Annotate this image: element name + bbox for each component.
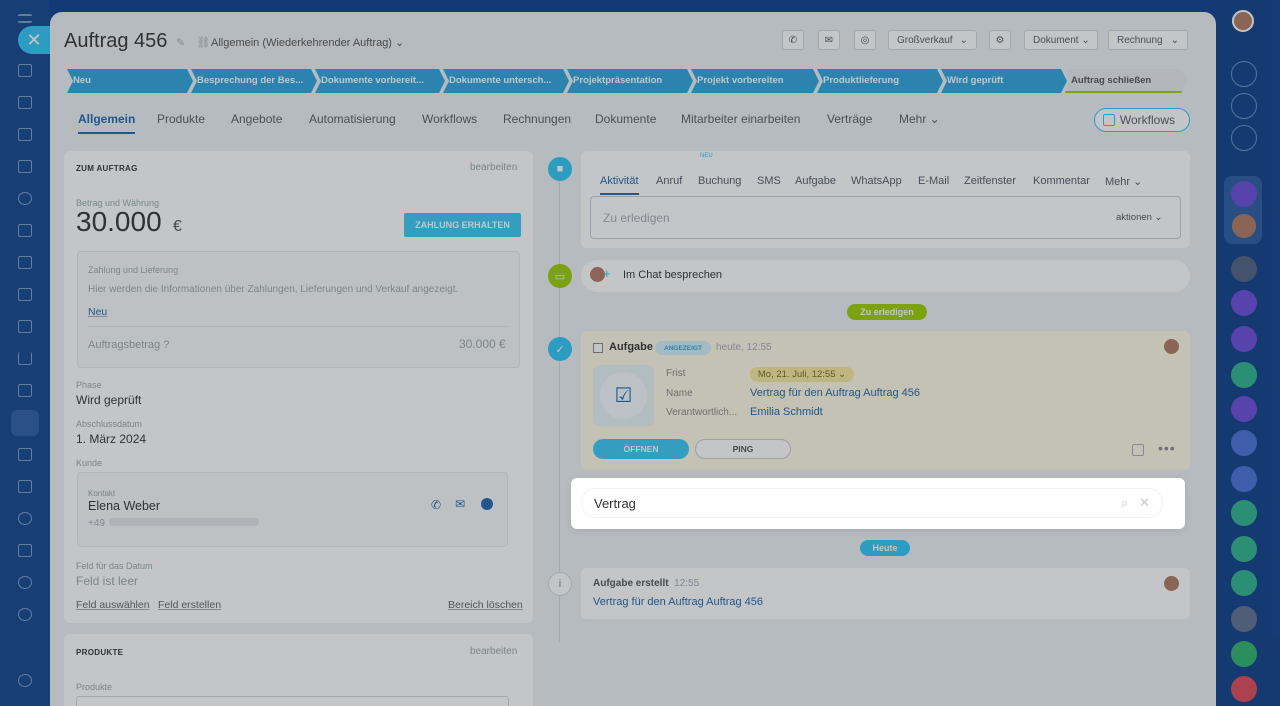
search-icon[interactable]: ⌕: [1121, 495, 1128, 511]
search-input[interactable]: [581, 488, 1163, 518]
modal-backdrop: [0, 0, 1280, 706]
clear-icon[interactable]: ✕: [1139, 495, 1150, 511]
timeline-search-box: ⌕ ✕: [571, 478, 1185, 529]
